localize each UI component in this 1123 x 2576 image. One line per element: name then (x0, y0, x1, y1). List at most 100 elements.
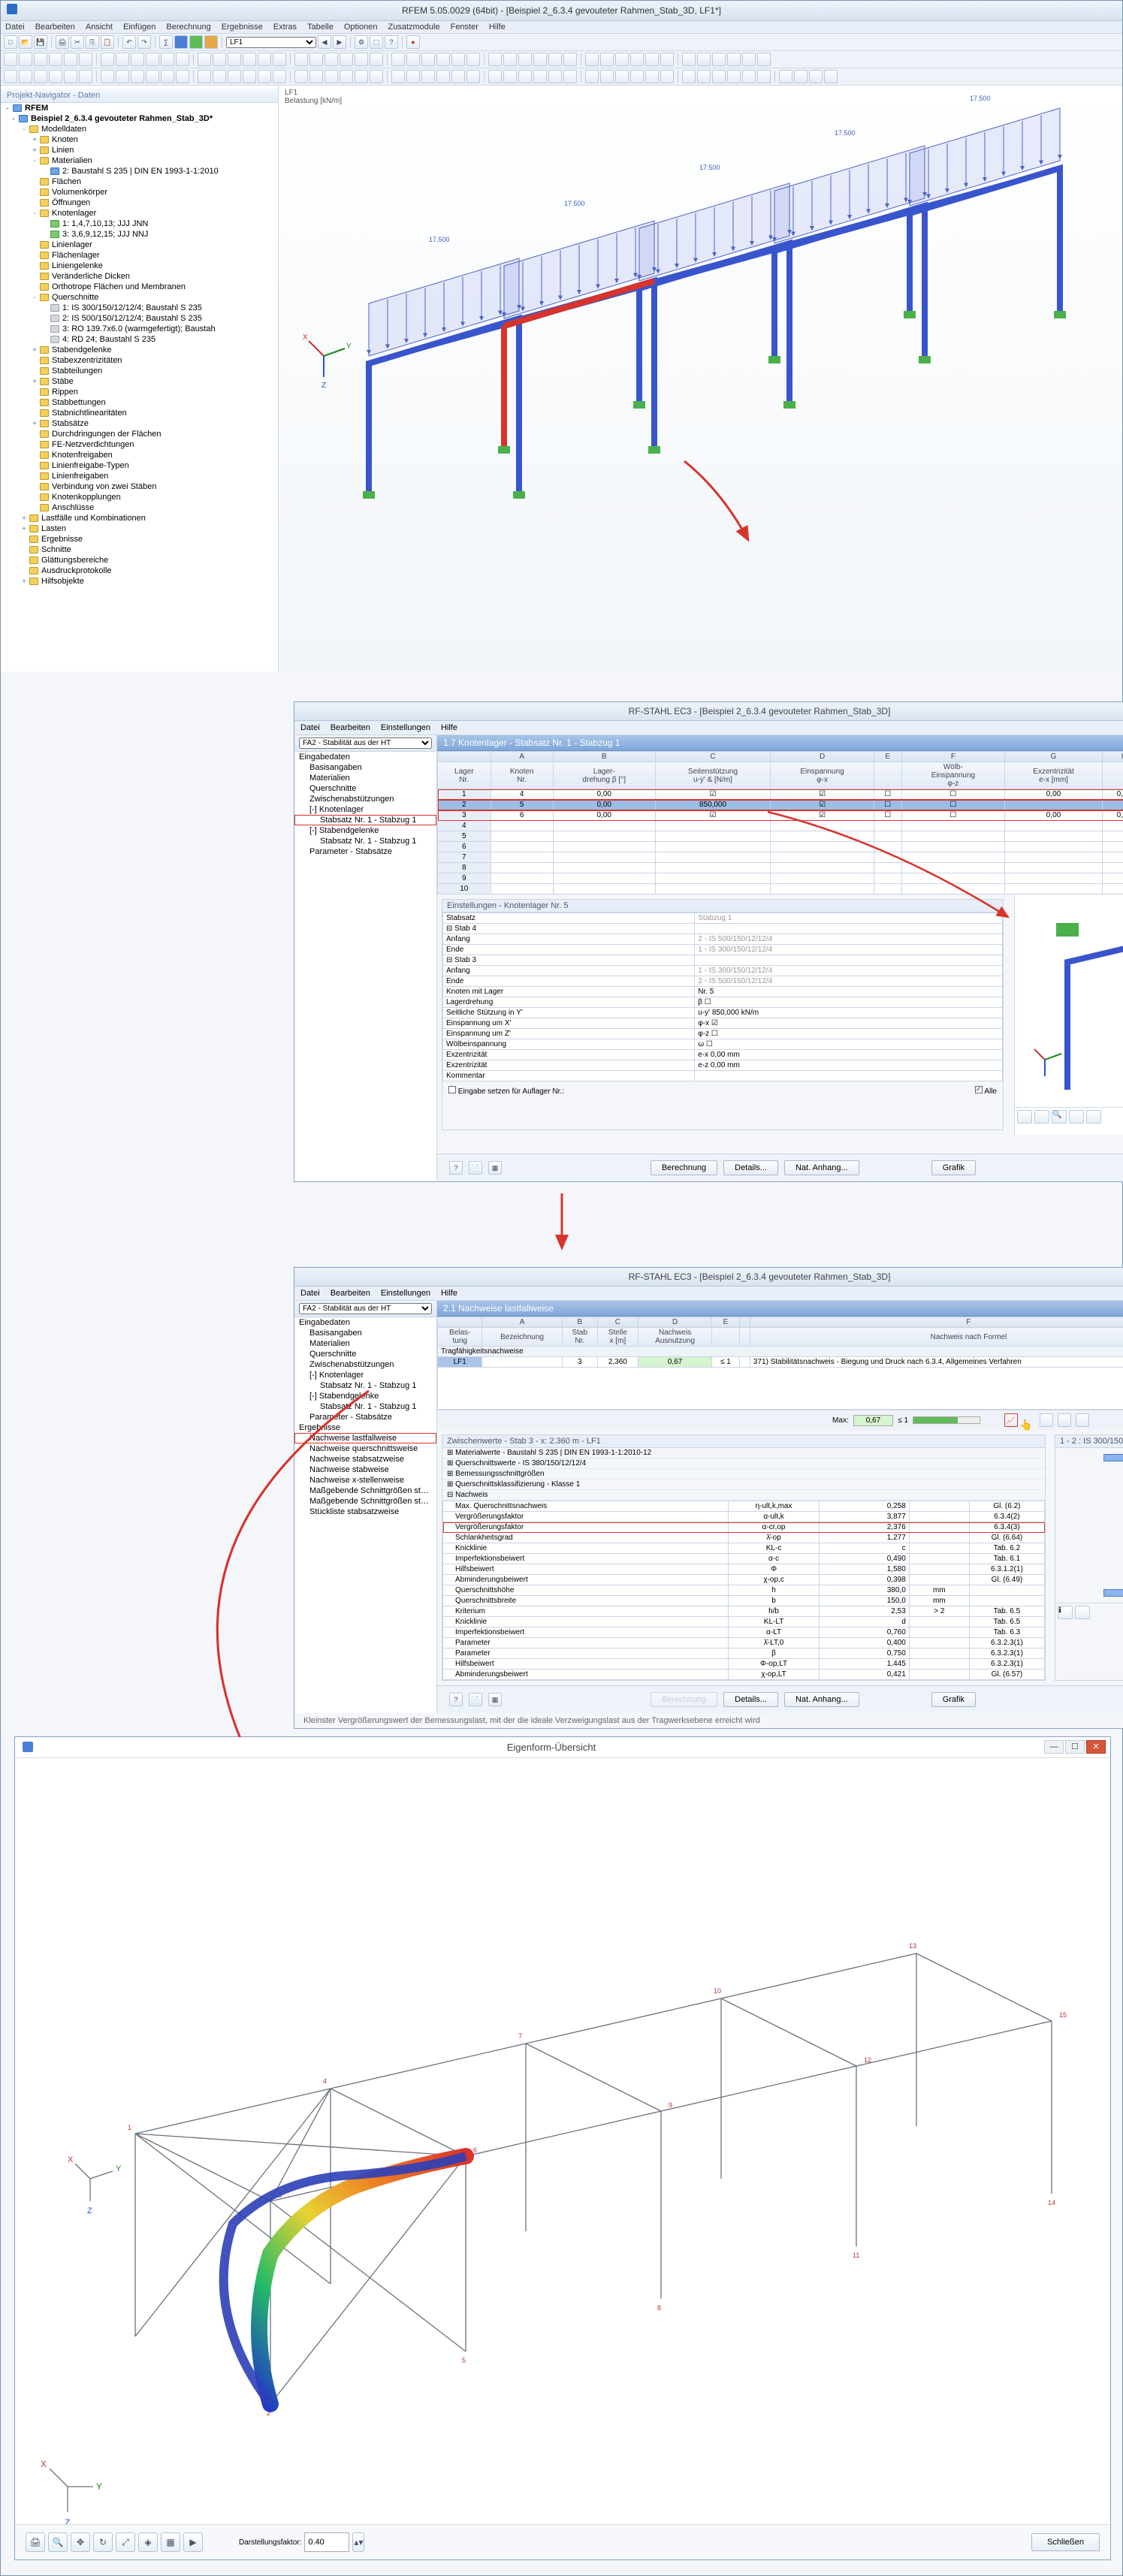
tree-item[interactable]: Durchdringungen der Flächen (1, 429, 278, 439)
tree-item[interactable]: Stabnichtlinearitäten (1, 408, 278, 418)
eigen-tool-fit-icon[interactable]: ⤢ (116, 2532, 135, 2552)
toolbar-icon-tool-row-2-35[interactable] (563, 53, 577, 66)
toolbar-icon-tool-row-2-20[interactable] (325, 53, 338, 66)
menu-extras[interactable]: Extras (273, 23, 297, 32)
toolbar-icon-tool-row-2-29[interactable] (466, 53, 480, 66)
dlg1-calc-button[interactable]: Berechnung (651, 1160, 717, 1175)
zwi-row[interactable]: Abminderungsbeiwertχ-op,LT0,421Gl. (6.57… (443, 1670, 1045, 1680)
tree-item[interactable]: +Lastfälle und Kombinationen (1, 513, 278, 523)
toolbar-icon-tool-row-2-0[interactable] (4, 53, 17, 66)
zwi-row[interactable]: Parameterλ̄-LT,00,4006.3.2.3(1) (443, 1638, 1045, 1648)
dlg1-preview-toolbar[interactable]: 🔍 (1015, 1107, 1123, 1126)
dlg2-excel-icon[interactable]: ▦ (488, 1693, 502, 1706)
eigen-tool-pan-icon[interactable]: ✥ (71, 2532, 90, 2552)
dlg-tree-item[interactable]: Stabsatz Nr. 1 - Stabzug 1 (294, 1380, 436, 1391)
tree-item[interactable]: Knotenkopplungen (1, 492, 278, 502)
tree-item[interactable]: 3: 3,6,9,12,15; JJJ NNJ (1, 229, 278, 240)
toolbar-icon-tool-row-2-15[interactable] (243, 53, 256, 66)
eigen-tool-rotate-icon[interactable]: ↻ (93, 2532, 113, 2552)
support-row-empty[interactable]: 10 (438, 884, 1123, 894)
toolbar-icon-tool-row-3-6[interactable] (101, 70, 114, 83)
preview-tool-1-icon[interactable] (1017, 1110, 1032, 1124)
preview-tool-2-icon[interactable] (1034, 1110, 1049, 1124)
toolbar-icon-tool-row-2-27[interactable] (436, 53, 450, 66)
zwi-row[interactable]: Max. Querschnittsnachweisη-ult,k,max0,25… (443, 1501, 1045, 1512)
dlg-tree-item[interactable]: Basisangaben (294, 762, 436, 773)
toolbar-icon-tool-row-2-8[interactable] (131, 53, 144, 66)
toolbar-icon-tool-row-2-2[interactable] (34, 53, 47, 66)
tree-item[interactable]: -Materialien (1, 155, 278, 166)
toolbar-icon-tool-row-2-19[interactable] (309, 53, 323, 66)
dlg2-intermediate-table[interactable]: Max. Querschnittsnachweisη-ult,k,max0,25… (442, 1501, 1045, 1680)
toolbar-icon-tool-row-2-18[interactable] (294, 53, 308, 66)
tree-project[interactable]: -Beispiel 2_6.3.4 gevouteter Rahmen_Stab… (1, 113, 278, 124)
toolbar-icon-tool-row-3-44[interactable] (712, 70, 726, 83)
eigen-tool-print-icon[interactable]: 🖨 (26, 2532, 45, 2552)
dlg1-excel-icon[interactable]: ▦ (488, 1161, 502, 1175)
tree-item[interactable]: Verbindung von zwei Stäben (1, 481, 278, 492)
toolbar-icon-tool-row-3-33[interactable] (533, 70, 547, 83)
zwi-row[interactable]: KnicklinieKL-LTdTab. 6.5 (443, 1617, 1045, 1627)
tool-print-icon[interactable]: 🖨 (56, 35, 69, 49)
zwi-row[interactable]: Kriteriumh/b2,53> 2Tab. 6.5 (443, 1606, 1045, 1617)
toolbar-icon-tool-row-3-20[interactable] (325, 70, 338, 83)
toolbar-icon-tool-row-2-39[interactable] (630, 53, 644, 66)
tree-item[interactable]: Liniengelenke (1, 261, 278, 271)
zwi-group[interactable]: ⊟ Nachweis (442, 1490, 1045, 1501)
tree-item[interactable]: +Linien (1, 145, 278, 155)
menu-fenster[interactable]: Fenster (451, 23, 478, 32)
tree-item[interactable]: 3: RO 139.7x6.0 (warmgefertigt); Baustah (1, 324, 278, 334)
zwi-row[interactable]: HilfsbeiwertΦ-op,LT1,4456.3.2.3(1) (443, 1659, 1045, 1670)
toolbar-icon-tool-row-3-31[interactable] (503, 70, 517, 83)
toolbar-icon-tool-row-2-43[interactable] (697, 53, 711, 66)
eigen-tool-view-icon[interactable]: ▦ (161, 2532, 180, 2552)
toolbar-icon-tool-row-3-3[interactable] (49, 70, 62, 83)
menu-berechnung[interactable]: Berechnung (166, 23, 210, 32)
support-row[interactable]: 250,00850,000☑☐☐ (438, 800, 1123, 810)
toolbar-icon-tool-row-3-1[interactable] (19, 70, 32, 83)
dlg-tree-item[interactable]: Stabsatz Nr. 1 - Stabzug 1 (294, 1401, 436, 1412)
tool-red-icon[interactable]: ● (406, 35, 420, 49)
toolbar-icon-tool-row-3-22[interactable] (355, 70, 368, 83)
dlg-tree-item[interactable]: Querschnitte (294, 1349, 436, 1359)
toolbar-icon-tool-row-2-3[interactable] (49, 53, 62, 66)
tool-next-icon[interactable]: ▶ (333, 35, 346, 49)
main-menu-bar[interactable]: DateiBearbeitenAnsichtEinfügenBerechnung… (1, 21, 1122, 34)
tree-item[interactable]: 1: 1,4,7,10,13; JJJ JNN (1, 219, 278, 229)
dlg2-tool-b-icon[interactable] (1040, 1413, 1053, 1427)
tree-item[interactable]: +Stabendgelenke (1, 345, 278, 355)
toolbar-icon-tool-row-2-34[interactable] (548, 53, 562, 66)
toolbar-icon-tool-row-2-33[interactable] (533, 53, 547, 66)
support-row-empty[interactable]: 7 (438, 852, 1123, 863)
tree-item[interactable]: Orthotrope Flächen und Membranen (1, 282, 278, 292)
dlg1-set-for-support[interactable]: Eingabe setzen für Auflager Nr.: (448, 1086, 564, 1096)
eigen-canvas[interactable]: 12 34 56 78 910 1112 1314 15 (15, 1758, 1110, 2524)
tree-item[interactable]: Flächen (1, 176, 278, 187)
toolbar-icon-tool-row-2-41[interactable] (660, 53, 674, 66)
toolbar-icon-tool-row-2-30[interactable] (488, 53, 502, 66)
tree-item[interactable]: -Knotenlager (1, 208, 278, 219)
dlg-tree-item[interactable]: [-] Stabendgelenke (294, 1391, 436, 1401)
eigen-tool-iso-icon[interactable]: ◈ (138, 2532, 158, 2552)
support-row-empty[interactable]: 4 (438, 821, 1123, 831)
tree-item[interactable]: Öffnungen (1, 198, 278, 208)
toolbar-icon-tool-row-3-25[interactable] (406, 70, 420, 83)
toolbar-icon-tool-row-3-37[interactable] (600, 70, 614, 83)
dlg-tree-item[interactable]: Basisangaben (294, 1328, 436, 1338)
tool-prev-icon[interactable]: ◀ (318, 35, 331, 49)
toolbar-icon-tool-row-2-7[interactable] (116, 53, 129, 66)
toolbar-icon-tool-row-2-1[interactable] (19, 53, 32, 66)
dlg2-results-table[interactable]: ABCDEFG Belas-tungBezeichnungStabNr.Stel… (437, 1317, 1123, 1410)
menu-zusatzmodule[interactable]: Zusatzmodule (388, 23, 440, 32)
toolbar-icon-tool-row-3-48[interactable] (779, 70, 792, 83)
toolbar-icon-tool-row-2-17[interactable] (273, 53, 286, 66)
tree-item[interactable]: 2: IS 500/150/12/12/4; Baustahl S 235 (1, 313, 278, 324)
tool-new-icon[interactable]: □ (4, 35, 17, 49)
tree-item[interactable]: Ergebnisse (1, 534, 278, 544)
toolbar-icon-tool-row-3-16[interactable] (258, 70, 271, 83)
menu-tabelle[interactable]: Tabelle (307, 23, 334, 32)
toolbar-icon-tool-row-2-22[interactable] (355, 53, 368, 66)
support-row-empty[interactable]: 5 (438, 831, 1123, 842)
dlg2-eigenform-button[interactable]: 📈 (1004, 1413, 1018, 1427)
zwi-group[interactable]: ⊞ Querschnittswerte - IS 380/150/12/12/4 (442, 1458, 1045, 1469)
